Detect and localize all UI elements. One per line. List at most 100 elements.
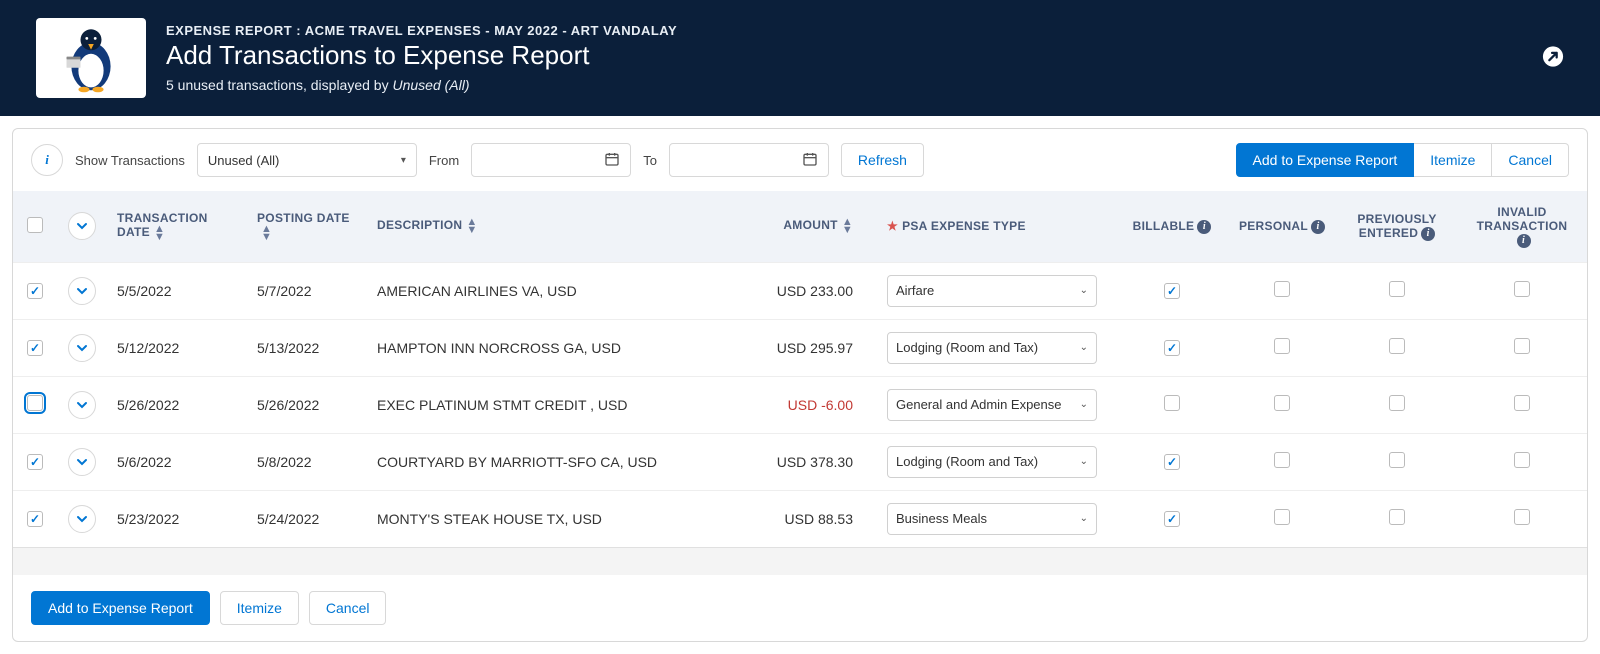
required-star-icon: ★ [887,219,898,233]
cell-amount: USD 378.30 [747,433,877,490]
row-select-checkbox[interactable] [27,454,43,470]
from-date-input[interactable] [471,143,631,177]
table-row: 5/23/20225/24/2022MONTY'S STEAK HOUSE TX… [13,490,1587,547]
billable-checkbox[interactable] [1164,340,1180,356]
row-expand-toggle[interactable] [68,505,96,533]
psa-type-value: General and Admin Expense [896,397,1062,412]
to-date-input[interactable] [669,143,829,177]
psa-expense-type-select[interactable]: Lodging (Room and Tax)⌄ [887,332,1097,364]
billable-checkbox[interactable] [1164,511,1180,527]
col-invalid: INVALID TRANSACTIONi [1457,191,1587,262]
previously-entered-checkbox[interactable] [1389,338,1405,354]
add-to-report-button-bottom[interactable]: Add to Expense Report [31,591,210,625]
page-subtitle: 5 unused transactions, displayed by Unus… [166,77,1564,93]
cell-posting-date: 5/24/2022 [247,490,367,547]
personal-checkbox[interactable] [1274,452,1290,468]
transactions-table: TRANSACTION DATE▲▼ POSTING DATE▲▼ DESCRI… [13,191,1587,575]
psa-type-value: Lodging (Room and Tax) [896,454,1038,469]
psa-type-value: Lodging (Room and Tax) [896,340,1038,355]
header-text-block: EXPENSE REPORT : ACME TRAVEL EXPENSES - … [166,23,1564,93]
personal-checkbox[interactable] [1274,338,1290,354]
row-expand-toggle[interactable] [68,391,96,419]
itemize-button[interactable]: Itemize [1414,143,1492,177]
expand-all-toggle[interactable] [68,212,96,240]
cancel-button[interactable]: Cancel [1492,143,1569,177]
cell-description: MONTY'S STEAK HOUSE TX, USD [367,490,747,547]
info-icon[interactable]: i [1197,220,1211,234]
table-footer-spacer [13,547,1587,575]
col-billable: BILLABLEi [1117,191,1227,262]
toolbar-action-group: Add to Expense Report Itemize Cancel [1236,143,1569,177]
page-title: Add Transactions to Expense Report [166,40,1564,71]
chevron-down-icon: ▾ [401,155,406,166]
billable-checkbox[interactable] [1164,283,1180,299]
row-expand-toggle[interactable] [68,334,96,362]
invalid-transaction-checkbox[interactable] [1514,281,1530,297]
info-icon[interactable]: i [1517,234,1531,248]
sort-icon: ▲▼ [466,218,477,234]
billable-checkbox[interactable] [1164,395,1180,411]
info-icon[interactable]: i [31,144,63,176]
to-label: To [643,153,657,168]
previously-entered-checkbox[interactable] [1389,395,1405,411]
row-select-checkbox[interactable] [27,511,43,527]
select-all-header [13,191,57,262]
previously-entered-checkbox[interactable] [1389,281,1405,297]
invalid-transaction-checkbox[interactable] [1514,338,1530,354]
personal-checkbox[interactable] [1274,281,1290,297]
table-header-row: TRANSACTION DATE▲▼ POSTING DATE▲▼ DESCRI… [13,191,1587,262]
penguin-icon [56,23,126,93]
app-logo-box [36,18,146,98]
expand-icon[interactable] [1542,46,1564,71]
cancel-button-bottom[interactable]: Cancel [309,591,387,625]
chevron-down-icon: ⌄ [1080,513,1088,524]
info-icon[interactable]: i [1421,227,1435,241]
personal-checkbox[interactable] [1274,509,1290,525]
psa-expense-type-select[interactable]: Lodging (Room and Tax)⌄ [887,446,1097,478]
col-posting-date[interactable]: POSTING DATE▲▼ [247,191,367,262]
row-select-checkbox[interactable] [27,283,43,299]
calendar-icon [802,151,818,170]
psa-expense-type-select[interactable]: Airfare⌄ [887,275,1097,307]
row-select-checkbox[interactable] [27,395,43,411]
personal-checkbox[interactable] [1274,395,1290,411]
subtitle-filter: Unused (All) [392,77,469,93]
previously-entered-checkbox[interactable] [1389,452,1405,468]
breadcrumb: EXPENSE REPORT : ACME TRAVEL EXPENSES - … [166,23,1564,38]
chevron-down-icon: ⌄ [1080,399,1088,410]
cell-posting-date: 5/7/2022 [247,262,367,319]
invalid-transaction-checkbox[interactable] [1514,395,1530,411]
cell-transaction-date: 5/12/2022 [107,319,247,376]
col-amount[interactable]: AMOUNT▲▼ [747,191,877,262]
previously-entered-checkbox[interactable] [1389,509,1405,525]
table-row: 5/6/20225/8/2022COURTYARD BY MARRIOTT-SF… [13,433,1587,490]
select-all-checkbox[interactable] [27,217,43,233]
info-icon[interactable]: i [1311,220,1325,234]
add-to-report-button[interactable]: Add to Expense Report [1236,143,1415,177]
psa-type-value: Airfare [896,283,934,298]
show-transactions-select[interactable]: Unused (All) ▾ [197,143,417,177]
row-expand-toggle[interactable] [68,448,96,476]
col-description[interactable]: DESCRIPTION▲▼ [367,191,747,262]
table-row: 5/26/20225/26/2022EXEC PLATINUM STMT CRE… [13,376,1587,433]
show-transactions-label: Show Transactions [75,153,185,168]
row-expand-toggle[interactable] [68,277,96,305]
invalid-transaction-checkbox[interactable] [1514,452,1530,468]
refresh-button[interactable]: Refresh [841,143,924,177]
psa-expense-type-select[interactable]: General and Admin Expense ⌄ [887,389,1097,421]
from-label: From [429,153,459,168]
cell-transaction-date: 5/6/2022 [107,433,247,490]
col-transaction-date[interactable]: TRANSACTION DATE▲▼ [107,191,247,262]
sort-icon: ▲▼ [261,225,272,241]
invalid-transaction-checkbox[interactable] [1514,509,1530,525]
itemize-button-bottom[interactable]: Itemize [220,591,299,625]
page-header: EXPENSE REPORT : ACME TRAVEL EXPENSES - … [0,0,1600,116]
sort-icon: ▲▼ [154,225,165,241]
psa-expense-type-select[interactable]: Business Meals⌄ [887,503,1097,535]
row-select-checkbox[interactable] [27,340,43,356]
calendar-icon [604,151,620,170]
cell-posting-date: 5/13/2022 [247,319,367,376]
billable-checkbox[interactable] [1164,454,1180,470]
cell-description: AMERICAN AIRLINES VA, USD [367,262,747,319]
table-body: 5/5/20225/7/2022AMERICAN AIRLINES VA, US… [13,262,1587,547]
